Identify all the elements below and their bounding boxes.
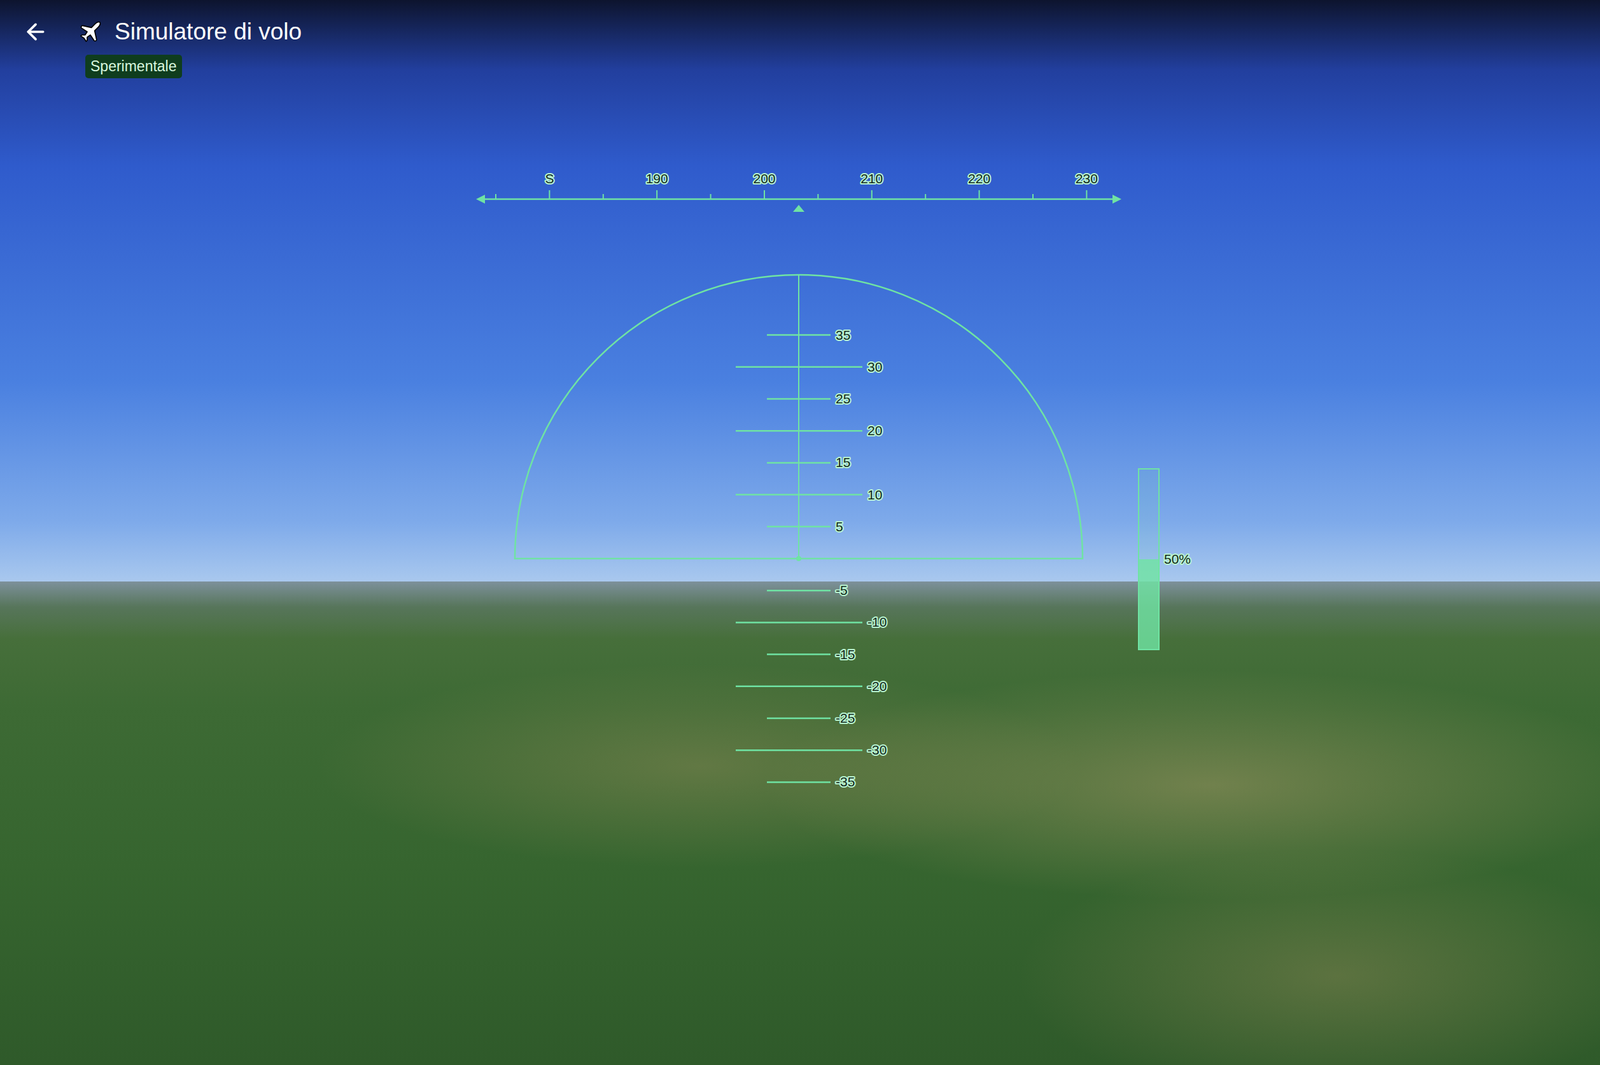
pitch-label: 25 bbox=[835, 391, 851, 407]
attitude-center-dot bbox=[796, 556, 802, 562]
pitch-line bbox=[766, 781, 831, 784]
heading-label: 220 bbox=[968, 171, 991, 186]
sky bbox=[0, 0, 1600, 582]
throttle-track bbox=[1138, 469, 1159, 650]
heading-major-tick bbox=[763, 190, 765, 200]
title-row: Simulatore di volo bbox=[19, 15, 1600, 49]
pitch-label: 30 bbox=[867, 359, 883, 375]
heading-minor-tick bbox=[924, 194, 927, 200]
pitch-mark: -15 bbox=[766, 647, 855, 662]
terrain-view bbox=[0, 0, 1600, 1065]
heading-major-tick bbox=[1085, 190, 1088, 200]
pitch-line bbox=[735, 493, 863, 496]
pitch-line bbox=[735, 749, 863, 752]
heading-scale: S 190 200 210 220 230 bbox=[476, 171, 1122, 212]
heading-indicator-icon bbox=[792, 204, 805, 212]
pitch-label: 35 bbox=[835, 327, 851, 343]
heading-line bbox=[478, 198, 1119, 201]
pitch-label: -35 bbox=[835, 774, 855, 790]
heading-mark: 230 bbox=[1075, 171, 1098, 200]
pitch-mark: 25 bbox=[766, 391, 851, 407]
pitch-mark: 30 bbox=[735, 359, 883, 375]
pitch-label: -30 bbox=[867, 742, 887, 758]
pitch-mark: -30 bbox=[735, 742, 887, 758]
pitch-label: 10 bbox=[867, 487, 883, 503]
title-group: Simulatore di volo bbox=[77, 17, 302, 46]
title: Simulatore di volo bbox=[114, 17, 302, 46]
pitch-mark: 10 bbox=[735, 487, 883, 503]
experimental-badge: Sperimentale bbox=[85, 54, 183, 79]
header: Simulatore di volo Sperimentale bbox=[0, 0, 1600, 79]
heading-minor-tick bbox=[602, 194, 604, 200]
throttle-fill bbox=[1138, 559, 1159, 650]
pitch-label: 5 bbox=[835, 519, 844, 534]
pitch-mark: 20 bbox=[735, 423, 883, 438]
heading-mark: 200 bbox=[752, 171, 776, 200]
pitch-label: -25 bbox=[835, 710, 855, 726]
heading-mark: S bbox=[544, 171, 554, 200]
pitch-line bbox=[735, 621, 863, 624]
pitch-line bbox=[766, 334, 831, 337]
heading-label: 210 bbox=[860, 171, 883, 186]
heading-mark: 210 bbox=[860, 171, 883, 200]
heading-major-tick bbox=[978, 190, 981, 200]
back-arrow-icon bbox=[22, 19, 49, 45]
pitch-ladder: 35 30 25 20 15 10 5 -5 -10 -15 -20 -25 -30 -35 bbox=[514, 274, 1083, 790]
pitch-line bbox=[766, 462, 831, 464]
throttle-reading: 50% bbox=[1164, 551, 1191, 567]
pitch-line bbox=[735, 366, 863, 369]
heading-label: 230 bbox=[1075, 171, 1098, 186]
pitch-label: -20 bbox=[867, 679, 887, 694]
pitch-line bbox=[735, 686, 863, 688]
heading-minor-tick bbox=[817, 194, 819, 200]
pitch-line bbox=[766, 398, 831, 401]
heading-minor-tick bbox=[1032, 194, 1034, 200]
pitch-label: -5 bbox=[835, 582, 848, 598]
heading-mark: 220 bbox=[968, 171, 991, 200]
pitch-mark: 35 bbox=[766, 327, 851, 343]
pitch-mark: -25 bbox=[766, 710, 855, 726]
pitch-line bbox=[735, 430, 863, 433]
plane-icon bbox=[77, 19, 104, 45]
heading-label: 190 bbox=[645, 171, 669, 186]
pitch-mark: 15 bbox=[766, 455, 851, 470]
pitch-label: 20 bbox=[867, 423, 883, 438]
right-arrow-icon bbox=[1112, 194, 1122, 204]
left-arrow-icon bbox=[476, 194, 485, 204]
hud: S 190 200 210 220 230 35 30 25 20 15 10 5 -5 -10 -15 -20… bbox=[0, 0, 1600, 1065]
pitch-label: 15 bbox=[835, 455, 851, 470]
flight-simulator[interactable]: Simulatore di volo Sperimentale S 190 200 210… bbox=[0, 0, 1600, 1065]
heading-label: 200 bbox=[752, 171, 776, 186]
pitch-line bbox=[766, 526, 831, 529]
heading-mark: 190 bbox=[645, 171, 669, 200]
pitch-line bbox=[766, 589, 831, 592]
back-button[interactable] bbox=[19, 15, 53, 49]
pitch-mark: -10 bbox=[735, 614, 887, 630]
heading-minor-tick bbox=[495, 194, 497, 200]
attitude-center-line bbox=[798, 274, 800, 559]
terrain bbox=[0, 581, 1600, 1065]
pitch-mark: 5 bbox=[766, 519, 844, 534]
pitch-line bbox=[766, 717, 831, 720]
heading-major-tick bbox=[656, 190, 658, 200]
heading-major-tick bbox=[871, 190, 873, 200]
pitch-label: -10 bbox=[867, 614, 887, 630]
throttle-gauge: 50% bbox=[1138, 469, 1191, 650]
attitude-arc bbox=[514, 274, 1083, 559]
heading-major-tick bbox=[548, 190, 550, 200]
pitch-label: -15 bbox=[835, 647, 855, 662]
pitch-mark: -20 bbox=[735, 679, 887, 694]
pitch-mark: -35 bbox=[766, 774, 855, 790]
pitch-mark: -5 bbox=[766, 582, 848, 598]
pitch-line bbox=[766, 653, 831, 656]
heading-minor-tick bbox=[710, 194, 712, 200]
heading-label: S bbox=[544, 171, 554, 186]
